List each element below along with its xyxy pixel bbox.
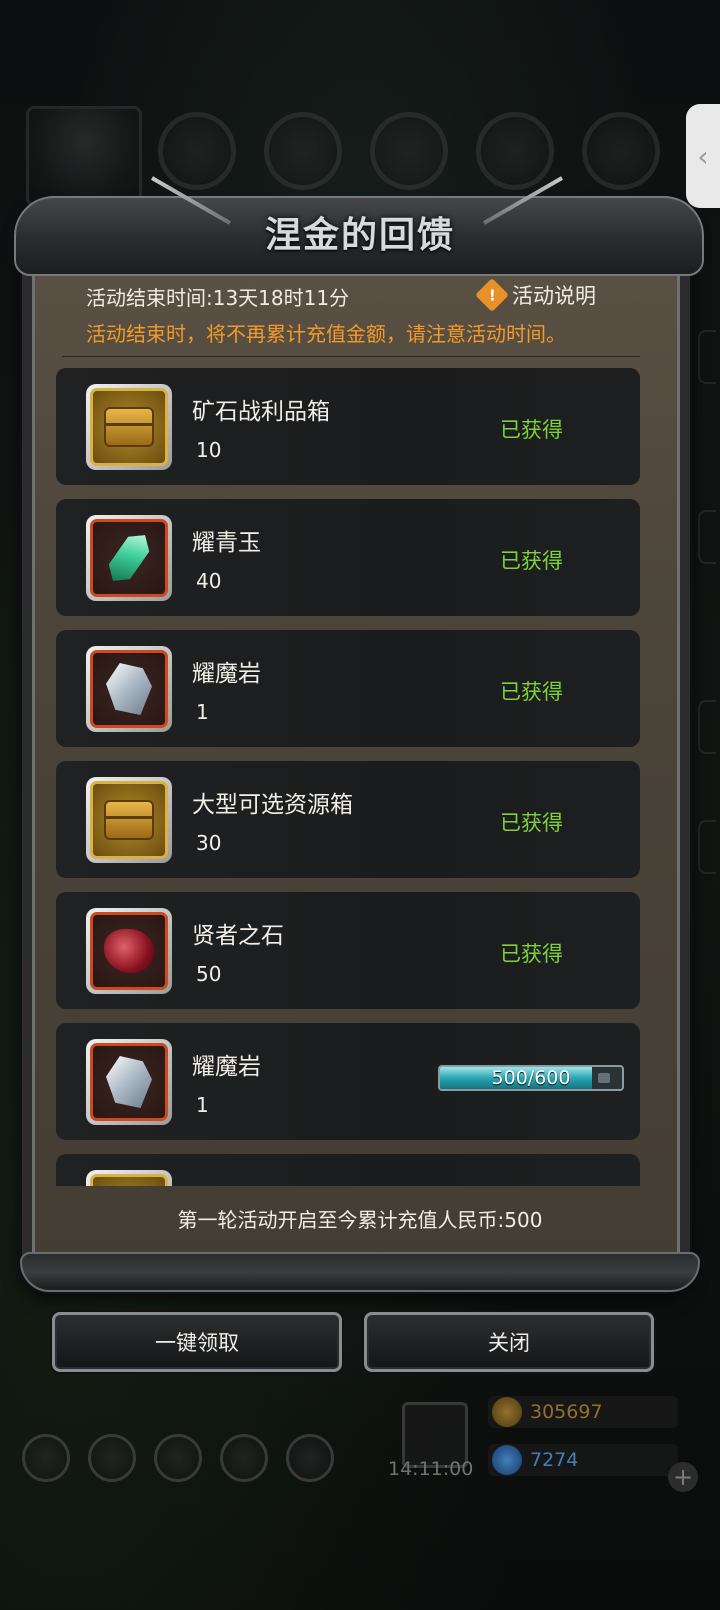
menu-icon[interactable] — [22, 1434, 70, 1482]
reward-row: 耀魔岩 1 已获得 — [56, 630, 640, 747]
divider — [62, 356, 640, 357]
star-icon[interactable] — [88, 1434, 136, 1482]
close-button[interactable]: 关闭 — [364, 1312, 654, 1372]
item-name: 耀青玉 — [192, 530, 261, 556]
item-slot[interactable] — [86, 777, 172, 863]
recharge-progress-bar: 500/600 — [438, 1065, 624, 1091]
bottom-hud: 14:11:00 305697 7274 + — [0, 1380, 720, 1510]
progress-text: 500/600 — [491, 1067, 571, 1089]
reward-list[interactable]: 矿石战利品箱 10 已获得 耀青玉 40 已获得 耀魔岩 1 已获得 大型可选资… — [56, 368, 640, 1186]
item-name: 耀魔岩 — [192, 1054, 261, 1080]
event-notice: 活动结束时，将不再累计充值金额，请注意活动时间。 — [86, 322, 566, 346]
warning-icon: ! — [475, 278, 509, 312]
ore-chest-icon — [104, 407, 154, 447]
item-quantity: 1 — [196, 1093, 209, 1117]
gem-amount: 7274 — [530, 1449, 579, 1471]
item-slot[interactable] — [86, 515, 172, 601]
claim-all-button[interactable]: 一键领取 — [52, 1312, 342, 1372]
sage-stone-icon — [104, 929, 154, 973]
side-drawer-tab[interactable]: ‹ — [686, 104, 720, 208]
item-slot[interactable] — [86, 908, 172, 994]
reward-row — [56, 1154, 640, 1186]
side-button — [698, 510, 716, 564]
resource-chest-icon — [104, 800, 154, 840]
progress-knob — [598, 1073, 610, 1083]
item-slot[interactable] — [86, 646, 172, 732]
gift-timer: 14:11:00 — [388, 1458, 474, 1480]
side-button — [698, 330, 716, 384]
reward-row: 贤者之石 50 已获得 — [56, 892, 640, 1009]
item-name: 贤者之石 — [192, 923, 284, 949]
gem-icon — [492, 1445, 522, 1475]
iron-resource-icon — [370, 112, 448, 190]
gold-amount: 305697 — [530, 1401, 603, 1423]
obtained-status: 已获得 — [500, 418, 563, 442]
obtained-status: 已获得 — [500, 549, 563, 573]
item-slot[interactable] — [86, 1170, 172, 1186]
item-slot[interactable] — [86, 1039, 172, 1125]
magic-rock-icon — [106, 663, 152, 715]
event-end-time: 活动结束时间:13天18时11分 — [86, 286, 350, 310]
jade-gem-icon — [102, 528, 155, 589]
obtained-status: 已获得 — [500, 811, 563, 835]
item-name: 耀魔岩 — [192, 661, 261, 687]
add-gems-icon[interactable]: + — [668, 1462, 698, 1492]
item-name: 大型可选资源箱 — [192, 792, 353, 818]
wood-resource-icon — [264, 112, 342, 190]
alliance-icon[interactable] — [286, 1434, 334, 1482]
gold-coin-icon — [492, 1397, 522, 1427]
side-button — [698, 820, 716, 874]
reward-row: 耀魔岩 1 500/600 — [56, 1023, 640, 1140]
reward-row: 矿石战利品箱 10 已获得 — [56, 368, 640, 485]
reward-row: 耀青玉 40 已获得 — [56, 499, 640, 616]
total-recharge-text: 第一轮活动开启至今累计充值人民币:500 — [177, 1208, 543, 1232]
event-info-label: 活动说明 — [512, 284, 596, 308]
item-quantity: 30 — [196, 831, 222, 855]
event-info-button[interactable]: ! 活动说明 — [475, 278, 596, 312]
item-quantity: 10 — [196, 438, 222, 462]
mail-icon[interactable] — [220, 1434, 268, 1482]
gold-counter[interactable]: 305697 — [488, 1396, 678, 1428]
item-quantity: 50 — [196, 962, 222, 986]
item-quantity: 40 — [196, 569, 222, 593]
magic-rock-icon — [106, 1056, 152, 1108]
meat-resource-icon — [158, 112, 236, 190]
hero-portrait — [26, 106, 142, 206]
dialog-title: 涅金的回馈 — [264, 214, 455, 256]
item-quantity: 1 — [196, 700, 209, 724]
obtained-status: 已获得 — [500, 680, 563, 704]
gem-counter[interactable]: 7274 — [488, 1444, 678, 1476]
item-name: 矿石战利品箱 — [192, 399, 330, 425]
item-slot[interactable] — [86, 384, 172, 470]
reward-row: 大型可选资源箱 30 已获得 — [56, 761, 640, 878]
dialog-footer-frame — [20, 1252, 700, 1292]
side-button — [698, 700, 716, 754]
building-icon[interactable] — [154, 1434, 202, 1482]
crystal-resource-icon — [476, 112, 554, 190]
stone-resource-icon — [582, 112, 660, 190]
obtained-status: 已获得 — [500, 942, 563, 966]
